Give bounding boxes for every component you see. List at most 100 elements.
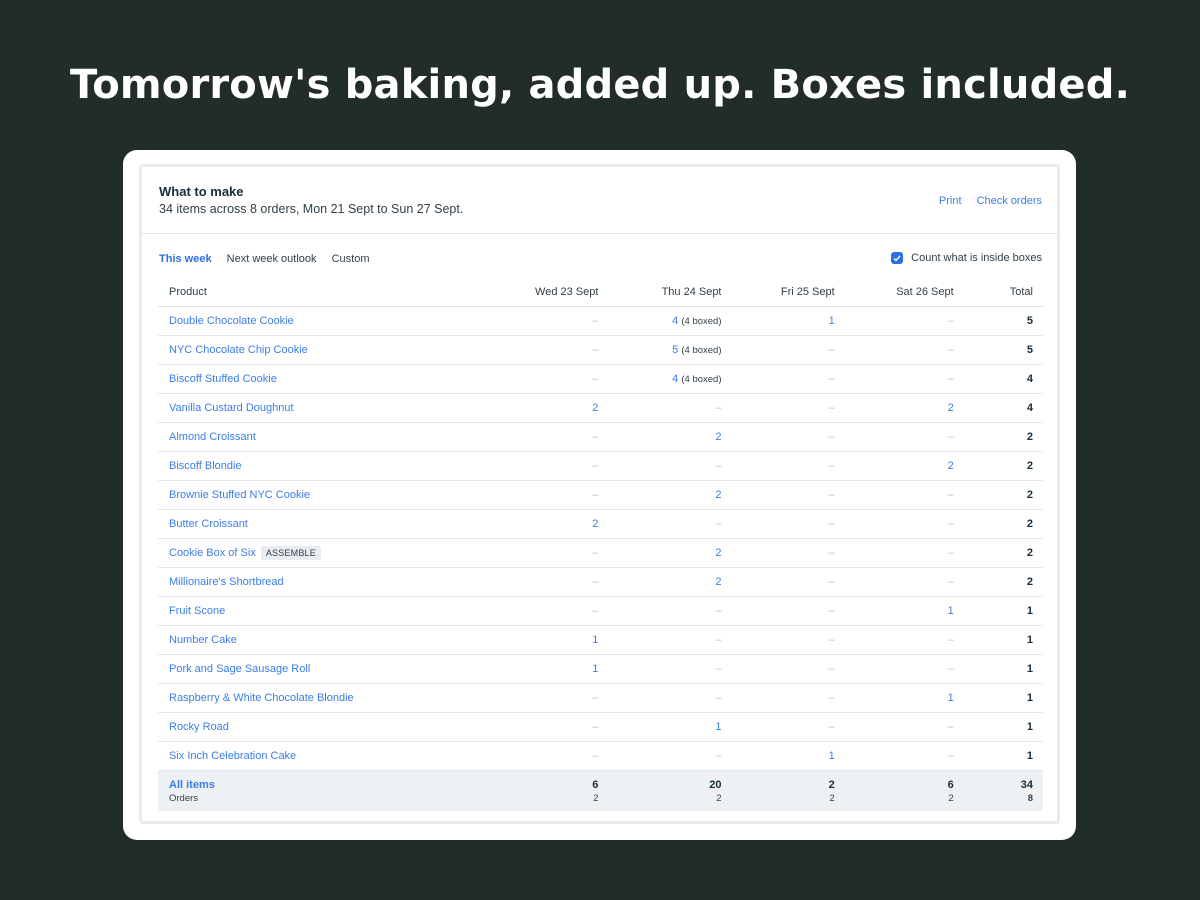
empty-dash: –	[947, 489, 954, 501]
table-body: Double Chocolate Cookie –4 (4 boxed) 1–5 NY…	[158, 306, 1043, 771]
table-row: NYC Chocolate Chip Cookie –5 (4 boxed) – –5	[158, 335, 1043, 365]
day-cell: –	[721, 422, 835, 452]
day-cell: –	[491, 480, 599, 510]
quantity-link[interactable]: 2	[592, 518, 598, 530]
quantity-link[interactable]: 2	[715, 576, 721, 588]
day-cell: –	[491, 741, 599, 771]
table-header-row: Product Wed 23 Sept Thu 24 Sept Fri 25 S…	[158, 278, 1043, 307]
quantity-link[interactable]: 1	[592, 663, 598, 675]
row-total: 5	[953, 306, 1043, 336]
row-total: 1	[953, 596, 1043, 626]
day-cell: –	[491, 683, 599, 713]
empty-dash: –	[715, 750, 722, 762]
day-cell: –	[491, 335, 599, 365]
quantity-link[interactable]: 1	[948, 605, 954, 617]
table-row: Cookie Box of Six ASSEMBLE –2– –2	[158, 538, 1043, 568]
day-cell: 1	[834, 596, 954, 626]
quantity-link[interactable]: 4	[672, 373, 678, 385]
day-cell: 4 (4 boxed)	[598, 306, 722, 336]
row-total: 2	[953, 567, 1043, 597]
product-link[interactable]: Millionaire's Shortbread	[169, 576, 284, 588]
boxed-note: (4 boxed)	[681, 374, 722, 385]
product-link[interactable]: Almond Croissant	[169, 431, 256, 443]
tab-custom[interactable]: Custom	[332, 253, 370, 265]
empty-dash: –	[947, 721, 954, 733]
quantity-link[interactable]: 1	[829, 315, 835, 327]
product-cell: Vanilla Custard Doughnut	[158, 393, 492, 423]
empty-dash: –	[715, 460, 722, 472]
empty-dash: –	[592, 315, 599, 327]
panel-header: What to make 34 items across 8 orders, M…	[142, 167, 1057, 234]
empty-dash: –	[947, 344, 954, 356]
product-link[interactable]: Biscoff Stuffed Cookie	[169, 373, 277, 385]
product-link[interactable]: Biscoff Blondie	[169, 460, 242, 472]
product-cell: Raspberry & White Chocolate Blondie	[158, 683, 492, 713]
row-total: 4	[953, 364, 1043, 394]
empty-dash: –	[947, 518, 954, 530]
product-cell: Biscoff Blondie	[158, 451, 492, 481]
day-cell: –	[491, 712, 599, 742]
empty-dash: –	[947, 431, 954, 443]
tab-next-week-outlook[interactable]: Next week outlook	[227, 253, 317, 265]
quantity-link[interactable]: 2	[715, 489, 721, 501]
empty-dash: –	[828, 373, 835, 385]
empty-dash: –	[592, 576, 599, 588]
product-link[interactable]: Rocky Road	[169, 721, 229, 733]
product-cell: Fruit Scone	[158, 596, 492, 626]
count-inside-boxes-toggle[interactable]: Count what is inside boxes	[891, 252, 1042, 264]
empty-dash: –	[592, 373, 599, 385]
product-link[interactable]: Pork and Sage Sausage Roll	[169, 663, 310, 675]
product-link[interactable]: Cookie Box of Six	[169, 547, 256, 559]
product-cell: Butter Croissant	[158, 509, 492, 539]
product-link[interactable]: NYC Chocolate Chip Cookie	[169, 344, 308, 356]
quantity-link[interactable]: 2	[592, 402, 598, 414]
day-cell: 1	[721, 306, 835, 336]
empty-dash: –	[592, 692, 599, 704]
day-cell: –	[721, 683, 835, 713]
checkbox-checked-icon[interactable]	[891, 252, 904, 264]
print-link[interactable]: Print	[939, 195, 962, 207]
product-link[interactable]: Brownie Stuffed NYC Cookie	[169, 489, 310, 501]
day-cell: –	[834, 654, 954, 684]
empty-dash: –	[592, 721, 599, 733]
product-link[interactable]: Six Inch Celebration Cake	[169, 750, 296, 762]
column-header-product: Product	[158, 278, 492, 307]
product-link[interactable]: Fruit Scone	[169, 605, 225, 617]
product-link[interactable]: Butter Croissant	[169, 518, 248, 530]
production-table: Product Wed 23 Sept Thu 24 Sept Fri 25 S…	[158, 278, 1043, 811]
day-cell: –	[598, 509, 722, 539]
quantity-link[interactable]: 5	[672, 344, 678, 356]
product-link[interactable]: Number Cake	[169, 634, 237, 646]
quantity-link[interactable]: 2	[715, 547, 721, 559]
footer-items-value: 6	[947, 778, 954, 791]
check-orders-link[interactable]: Check orders	[977, 195, 1042, 207]
day-cell: –	[721, 567, 835, 597]
empty-dash: –	[828, 460, 835, 472]
product-cell: Brownie Stuffed NYC Cookie	[158, 480, 492, 510]
quantity-link[interactable]: 2	[948, 402, 954, 414]
quantity-link[interactable]: 2	[948, 460, 954, 472]
quantity-link[interactable]: 1	[715, 721, 721, 733]
day-cell: –	[721, 596, 835, 626]
empty-dash: –	[828, 605, 835, 617]
day-cell: –	[598, 393, 722, 423]
day-cell: –	[598, 654, 722, 684]
quantity-link[interactable]: 1	[829, 750, 835, 762]
product-link[interactable]: Raspberry & White Chocolate Blondie	[169, 692, 354, 704]
tab-this-week[interactable]: This week	[159, 253, 212, 265]
quantity-link[interactable]: 2	[715, 431, 721, 443]
empty-dash: –	[592, 605, 599, 617]
day-cell: –	[598, 451, 722, 481]
footer-cell: 22	[721, 770, 835, 811]
product-link[interactable]: Vanilla Custard Doughnut	[169, 402, 294, 414]
empty-dash: –	[715, 518, 722, 530]
day-cell: –	[491, 364, 599, 394]
day-cell: –	[721, 712, 835, 742]
empty-dash: –	[828, 518, 835, 530]
product-link[interactable]: Double Chocolate Cookie	[169, 315, 294, 327]
quantity-link[interactable]: 4	[672, 315, 678, 327]
quantity-link[interactable]: 1	[592, 634, 598, 646]
row-total: 2	[953, 422, 1043, 452]
quantity-link[interactable]: 1	[948, 692, 954, 704]
empty-dash: –	[592, 547, 599, 559]
